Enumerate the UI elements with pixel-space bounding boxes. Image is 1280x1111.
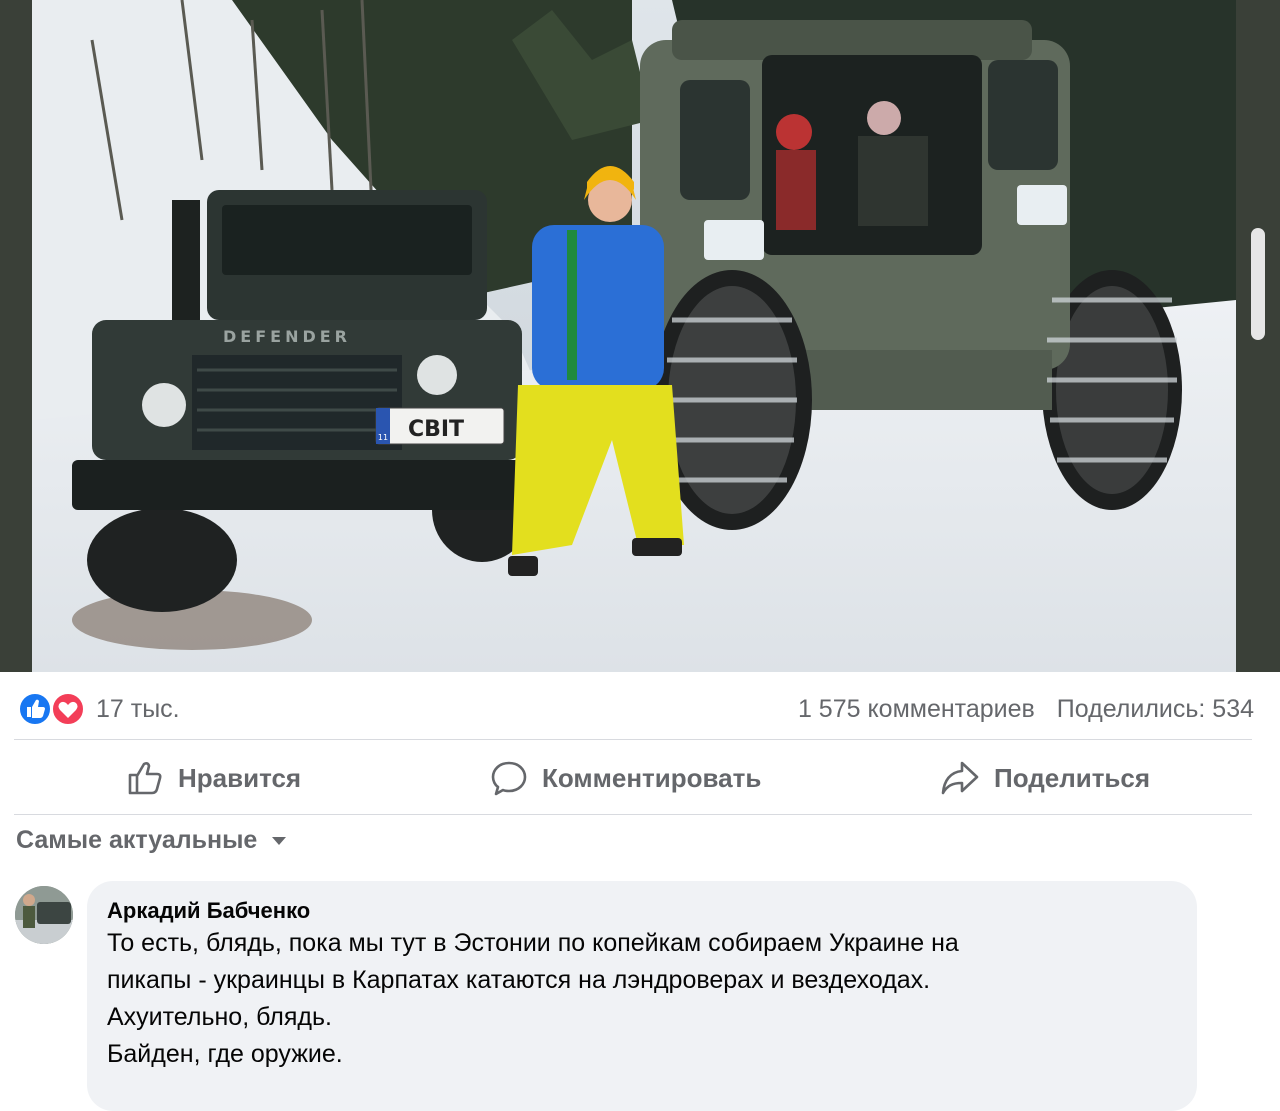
divider-bottom [14, 814, 1252, 815]
avatar[interactable] [15, 886, 73, 944]
comment-text-line: пикапы - украинцы в Карпатах катаются на… [107, 966, 931, 994]
comment-count[interactable]: 1 575 комментариев [798, 695, 1035, 723]
license-plate-text: СВІТ [408, 417, 464, 442]
like-icon [18, 692, 52, 726]
share-arrow-icon [941, 761, 979, 795]
comment-bubble-icon [491, 761, 527, 796]
comment-text-line: Ахуительно, блядь. [107, 1003, 332, 1031]
thumbs-up-icon [128, 762, 162, 795]
comment-text-line: То есть, блядь, пока мы тут в Эстонии по… [107, 929, 959, 957]
comments-sort-dropdown[interactable]: Самые актуальные [16, 826, 287, 855]
post-stats: 1 575 комментариев Поделились: 534 [798, 695, 1254, 724]
like-button-label: Нравится [178, 762, 302, 793]
reaction-icons[interactable] [18, 692, 88, 726]
svg-text:DEFENDER: DEFENDER [223, 327, 351, 346]
comments-sort-label: Самые актуальные [16, 826, 258, 854]
photo-illustration: DEFENDER 11 СВІТ [32, 0, 1236, 672]
like-button[interactable]: Нравится [126, 752, 301, 804]
post-photo-frame: DEFENDER 11 СВІТ [0, 0, 1280, 672]
reaction-count[interactable]: 17 тыс. [96, 695, 180, 724]
svg-text:11: 11 [378, 433, 388, 442]
avatar-image [15, 886, 73, 944]
comment-author[interactable]: Аркадий Бабченко [107, 898, 310, 924]
scrollbar-thumb[interactable] [1251, 228, 1265, 340]
reactions-bar: 17 тыс. 1 575 комментариев Поделились: 53… [18, 690, 1254, 728]
comment-bubble: Аркадий Бабченко То есть, блядь, пока мы… [87, 881, 1197, 1111]
share-button[interactable]: Поделиться [940, 752, 1150, 804]
caret-down-icon [272, 836, 287, 845]
divider-top [14, 739, 1252, 740]
love-icon [51, 692, 85, 726]
comment-button[interactable]: Комментировать [490, 752, 761, 804]
comment-button-label: Комментировать [542, 762, 762, 793]
share-count[interactable]: Поделились: 534 [1057, 695, 1254, 723]
post-photo[interactable]: DEFENDER 11 СВІТ [32, 0, 1236, 672]
comment-text-line: Байден, где оружие. [107, 1040, 343, 1068]
share-button-label: Поделиться [994, 762, 1151, 793]
